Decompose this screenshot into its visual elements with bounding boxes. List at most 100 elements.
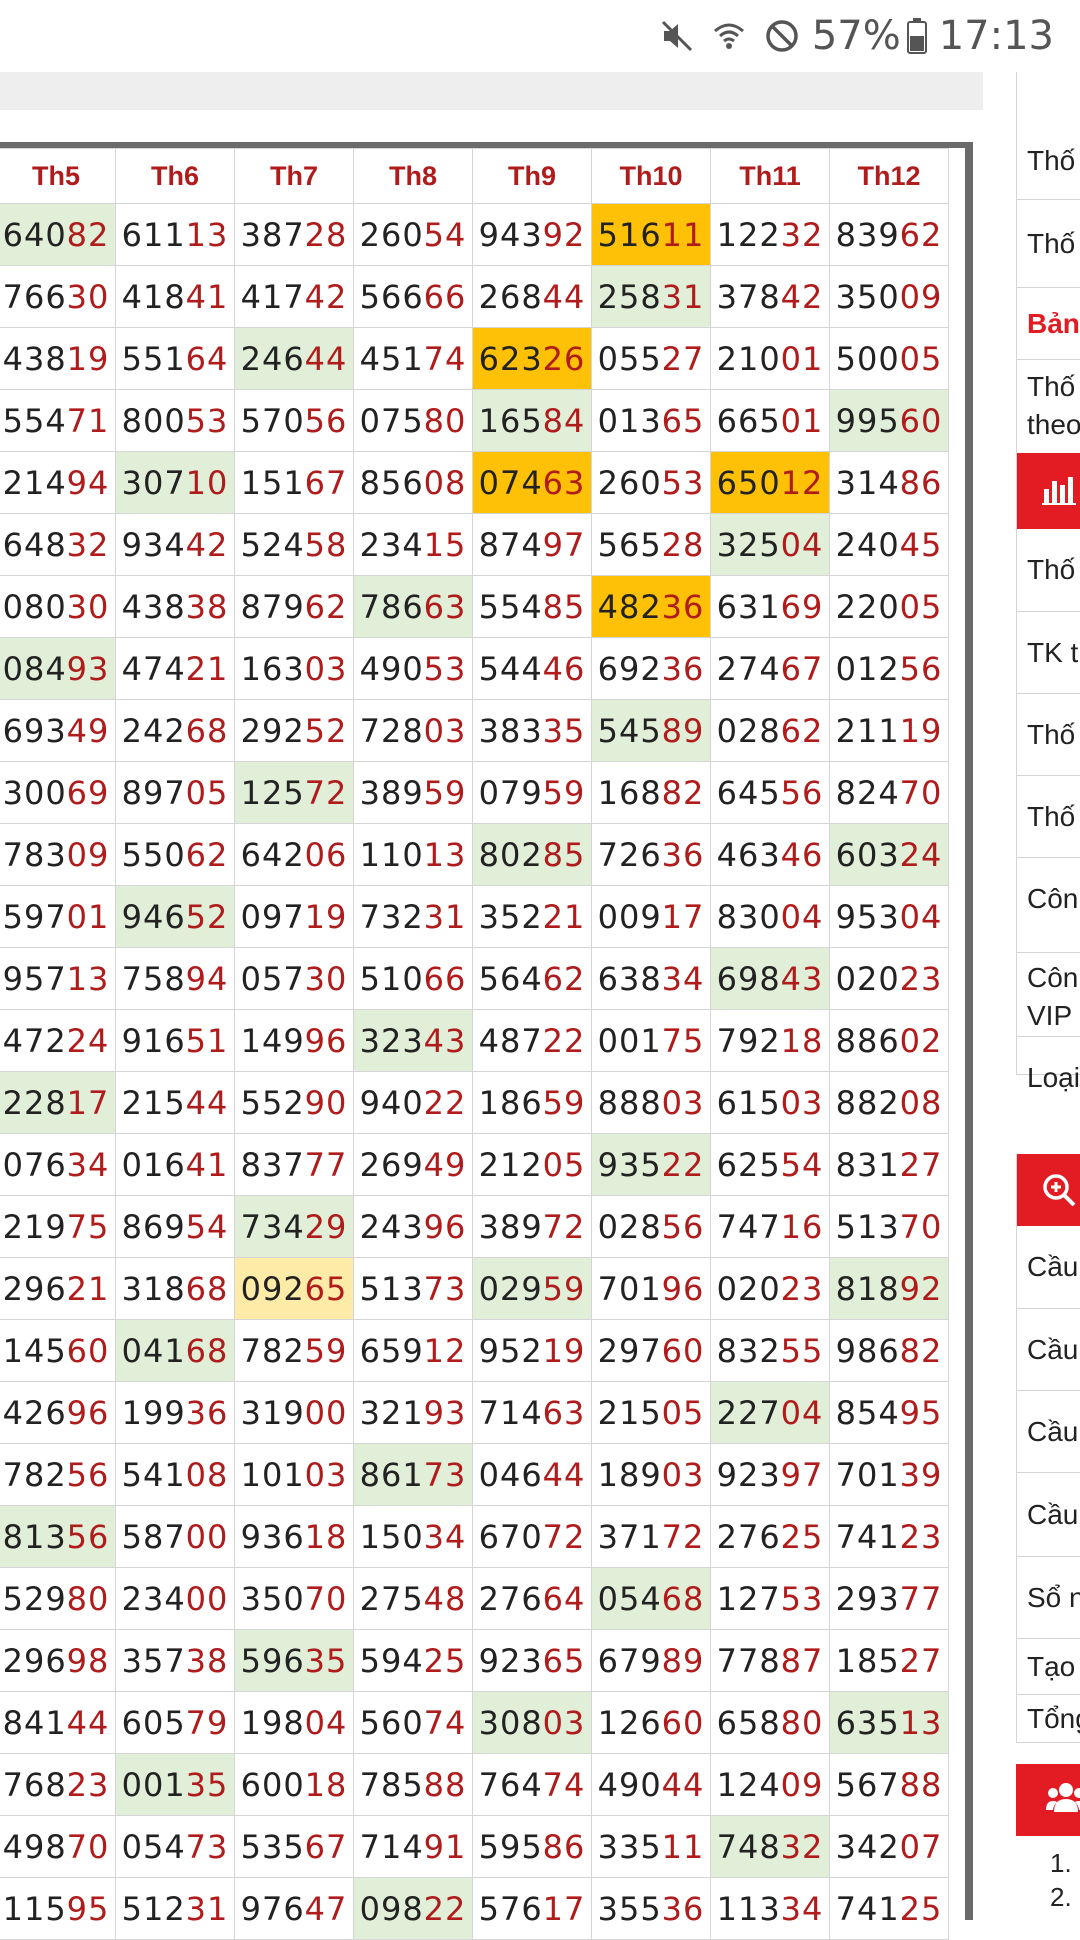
number-head: 325	[716, 525, 781, 564]
result-cell: 02959	[472, 1257, 592, 1320]
sidebar-link-tong[interactable]: Tổng	[1017, 1694, 1080, 1742]
result-cell: 32504	[710, 513, 830, 576]
result-cell: 78309	[0, 823, 116, 886]
result-cell: 31900	[234, 1381, 354, 1444]
number-tail: 85	[542, 587, 586, 626]
result-cell: 15167	[234, 451, 354, 514]
sidebar-link-7[interactable]: Côn	[1017, 857, 1080, 939]
number-head: 512	[121, 1889, 186, 1928]
number-tail: 80	[66, 1579, 110, 1618]
number-head: 596	[240, 1641, 305, 1680]
number-tail: 42	[780, 277, 824, 316]
number-tail: 69	[780, 587, 824, 626]
result-cell: 83777	[234, 1133, 354, 1196]
number-tail: 07	[899, 1827, 943, 1866]
number-head: 163	[240, 649, 305, 688]
result-cell: 60018	[234, 1753, 354, 1816]
sidebar-link-cau-4[interactable]: Cầu	[1017, 1472, 1080, 1556]
number-head: 550	[121, 835, 186, 874]
number-head: 296	[2, 1269, 67, 1308]
sidebar-link-cau-2[interactable]: Cầu	[1017, 1308, 1080, 1390]
table-row: 55471 80053 57056 07580 16584 01365 66501 99560	[0, 389, 949, 452]
number-tail: 47	[304, 1889, 348, 1928]
result-cell: 35536	[591, 1877, 711, 1940]
result-cell: 38972	[472, 1195, 592, 1258]
result-cell: 04644	[472, 1443, 592, 1506]
number-head: 012	[835, 649, 900, 688]
number-tail: 31	[185, 1889, 229, 1928]
number-head: 054	[597, 1579, 662, 1618]
number-tail: 08	[185, 1455, 229, 1494]
number-tail: 28	[661, 525, 705, 564]
list-number: 1.	[1050, 1848, 1072, 1878]
number-head: 513	[359, 1269, 424, 1308]
number-tail: 71	[66, 401, 110, 440]
number-head: 701	[597, 1269, 662, 1308]
number-head: 219	[2, 1207, 67, 1246]
number-head: 936	[240, 1517, 305, 1556]
number-tail: 97	[542, 525, 586, 564]
number-tail: 92	[542, 215, 586, 254]
result-cell: 77887	[710, 1629, 830, 1692]
number-head: 321	[359, 1393, 424, 1432]
number-head: 242	[121, 711, 186, 750]
table-row: 29698 35738 59635 59425 92365 67989 77887 18527	[0, 1629, 949, 1692]
result-cell: 52980	[0, 1567, 116, 1630]
number-tail: 53	[661, 463, 705, 502]
sidebar-link-stat-2[interactable]: Thố	[1017, 199, 1080, 287]
result-cell: 27664	[472, 1567, 592, 1630]
number-tail: 05	[185, 773, 229, 812]
number-tail: 91	[423, 1827, 467, 1866]
number-tail: 75	[66, 1207, 110, 1246]
result-cell: 05473	[115, 1815, 235, 1878]
result-cell: 16303	[234, 637, 354, 700]
column-header: Th5	[0, 148, 116, 204]
number-tail: 59	[542, 1083, 586, 1122]
result-cell: 51370	[829, 1195, 949, 1258]
number-head: 185	[835, 1641, 900, 1680]
number-tail: 96	[423, 1207, 467, 1246]
sidebar-link-tao[interactable]: Tạo	[1017, 1638, 1080, 1694]
number-tail: 23	[66, 1765, 110, 1804]
sidebar-link-stat-1[interactable]: Thố	[1017, 123, 1080, 199]
number-tail: 04	[899, 897, 943, 936]
result-cell: 80285	[472, 823, 592, 886]
result-cell: 97647	[234, 1877, 354, 1940]
number-tail: 58	[304, 525, 348, 564]
sidebar-link-cau-3[interactable]: Cầu	[1017, 1390, 1080, 1472]
sidebar-link-4[interactable]: TK t	[1017, 611, 1080, 693]
sidebar-link-type[interactable]: Loại	[1017, 1036, 1080, 1118]
sidebar-link-cau-1[interactable]: Cầu	[1017, 1226, 1080, 1308]
number-tail: 30	[66, 587, 110, 626]
number-head: 074	[478, 463, 543, 502]
result-cell: 57056	[234, 389, 354, 452]
result-cell: 93618	[234, 1505, 354, 1568]
number-tail: 63	[542, 1393, 586, 1432]
result-cell: 10103	[234, 1443, 354, 1506]
sidebar-link-5[interactable]: Thố	[1017, 693, 1080, 775]
result-cell: 94652	[115, 885, 235, 948]
number-tail: 22	[661, 1145, 705, 1184]
sidebar-link-6[interactable]: Thố	[1017, 775, 1080, 857]
number-tail: 66	[423, 277, 467, 316]
sidebar-link-stat-theo[interactable]: Thố theo	[1017, 359, 1080, 453]
number-head: 986	[835, 1331, 900, 1370]
number-head: 234	[359, 525, 424, 564]
number-head: 234	[121, 1579, 186, 1618]
result-cell: 59701	[0, 885, 116, 948]
result-cell: 56462	[472, 947, 592, 1010]
number-tail: 53	[423, 649, 467, 688]
number-tail: 19	[542, 1331, 586, 1370]
number-head: 861	[359, 1455, 424, 1494]
result-cell: 02856	[591, 1195, 711, 1258]
number-tail: 62	[304, 587, 348, 626]
result-cell: 60324	[829, 823, 949, 886]
number-tail: 74	[423, 1703, 467, 1742]
sidebar-link-so[interactable]: Sổ n	[1017, 1556, 1080, 1638]
sidebar-link-vip[interactable]: Côn VIP	[1017, 952, 1080, 1036]
sidebar-link-3[interactable]: Thố	[1017, 529, 1080, 611]
result-cell: 47421	[115, 637, 235, 700]
table-row: 59701 94652 09719 73231 35221 00917 83004 95304	[0, 885, 949, 948]
number-head: 126	[597, 1703, 662, 1742]
number-tail: 36	[661, 649, 705, 688]
